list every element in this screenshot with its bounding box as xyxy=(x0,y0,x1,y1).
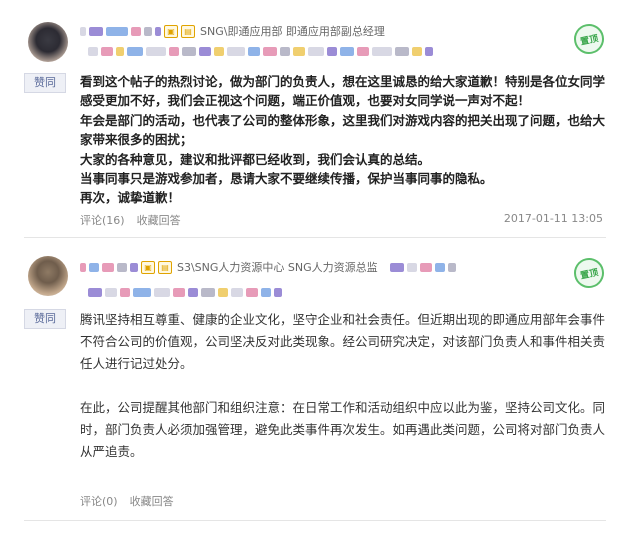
agree-tag[interactable]: 赞同 xyxy=(24,73,66,93)
redacted-name xyxy=(144,26,152,36)
body-line: 时，部门负责人必须加强管理，避免此类事件再次发生。如再遇此类问题，公司将对部门负… xyxy=(80,422,606,437)
redacted-name xyxy=(106,26,128,36)
comment-link[interactable]: 评论(0) xyxy=(80,493,118,509)
vip-badge-icon: ▣ xyxy=(164,24,178,38)
avatar[interactable] xyxy=(28,256,68,296)
answer-body: 腾讯坚持相互尊重、健康的企业文化，坚守企业和社会责任。但近期出现的即通应用部年会… xyxy=(80,309,610,463)
redacted-name xyxy=(80,26,86,36)
timestamp: 2017-01-11 13:05 xyxy=(503,212,603,225)
level-badge-icon: ▤ xyxy=(158,260,172,274)
body-line: 腾讯坚持相互尊重、健康的企业文化，坚守企业和社会责任。但近期出现的即通应用部年会… xyxy=(80,312,606,327)
answer-post: ▣ ▤ SNG\即通应用部 即通应用部副总经理 置顶 赞同 看到这个帖子的热烈讨… xyxy=(0,0,630,238)
redacted-name xyxy=(130,262,138,272)
body-line: 年会是部门的活动，也代表了公司的整体形象，这里我们对游戏内容的把关出现了问题，也… xyxy=(80,112,606,128)
comment-link[interactable]: 评论(16) xyxy=(80,212,125,228)
level-badge-icon: ▤ xyxy=(181,24,195,38)
avatar[interactable] xyxy=(28,22,68,62)
body-line: 从严追责。 xyxy=(80,444,143,459)
body-line: 不符合公司的价值观，公司坚决反对此类现象。经公司研究决定，对该部门负责人和事件相… xyxy=(80,334,606,349)
author-dept[interactable]: SNG\即通应用部 即通应用部副总经理 xyxy=(200,23,385,39)
redacted-name xyxy=(102,262,114,272)
redacted-name xyxy=(117,262,127,272)
author-dept[interactable]: S3\SNG人力资源中心 SNG人力资源总监 xyxy=(177,259,378,275)
redacted-line xyxy=(88,46,436,56)
body-line: 家带来很多的困扰； xyxy=(80,132,193,148)
redacted-name xyxy=(89,262,99,272)
body-line: 在此，公司提醒其他部门和组织注意：在日常工作和活动组织中应以此为鉴，坚持公司文化… xyxy=(80,400,606,415)
redacted-name xyxy=(419,262,432,272)
redacted-name xyxy=(80,262,86,272)
divider xyxy=(24,237,606,238)
redacted-name xyxy=(89,26,103,36)
redacted-name xyxy=(155,26,161,36)
redacted-name xyxy=(434,262,445,272)
pinned-stamp-icon: 置顶 xyxy=(571,21,607,57)
redacted-name xyxy=(406,262,417,272)
redacted-line xyxy=(88,287,285,297)
body-line: 任人进行记过处分。 xyxy=(80,356,193,371)
body-line: 大家的各种意见，建议和批评都已经收到，我们会认真的总结。 xyxy=(80,151,431,167)
answer-body: 看到这个帖子的热烈讨论，做为部门的负责人，想在这里诚恳的给大家道歉！特别是各位女… xyxy=(80,72,610,208)
author-meta: ▣ ▤ SNG\即通应用部 即通应用部副总经理 xyxy=(80,23,385,39)
pinned-stamp-icon: 置顶 xyxy=(571,255,607,291)
body-line: 看到这个帖子的热烈讨论，做为部门的负责人，想在这里诚恳的给大家道歉！特别是各位女… xyxy=(80,74,606,89)
favorite-link[interactable]: 收藏回答 xyxy=(137,212,181,228)
redacted-name xyxy=(131,26,141,36)
favorite-link[interactable]: 收藏回答 xyxy=(130,493,174,509)
body-line: 当事同事只是游戏参加者，恳请大家不要继续传播，保护当事同事的隐私。 xyxy=(80,171,493,187)
agree-tag[interactable]: 赞同 xyxy=(24,309,66,329)
vip-badge-icon: ▣ xyxy=(141,260,155,274)
author-meta: ▣ ▤ S3\SNG人力资源中心 SNG人力资源总监 xyxy=(80,259,459,275)
body-line: 再次，诚挚道歉！ xyxy=(80,190,181,206)
redacted-name xyxy=(389,262,404,272)
answer-actions: 评论(0) 收藏回答 xyxy=(80,493,174,509)
divider xyxy=(24,520,606,521)
answer-post: ▣ ▤ S3\SNG人力资源中心 SNG人力资源总监 置顶 赞同 腾讯坚持相互尊… xyxy=(0,240,630,533)
redacted-name xyxy=(447,262,456,272)
answer-actions: 评论(16) 收藏回答 xyxy=(80,212,181,228)
body-line: 感受更加不好，我们会正视这个问题，端正价值观，也要对女同学说一声对不起！ xyxy=(80,93,531,109)
